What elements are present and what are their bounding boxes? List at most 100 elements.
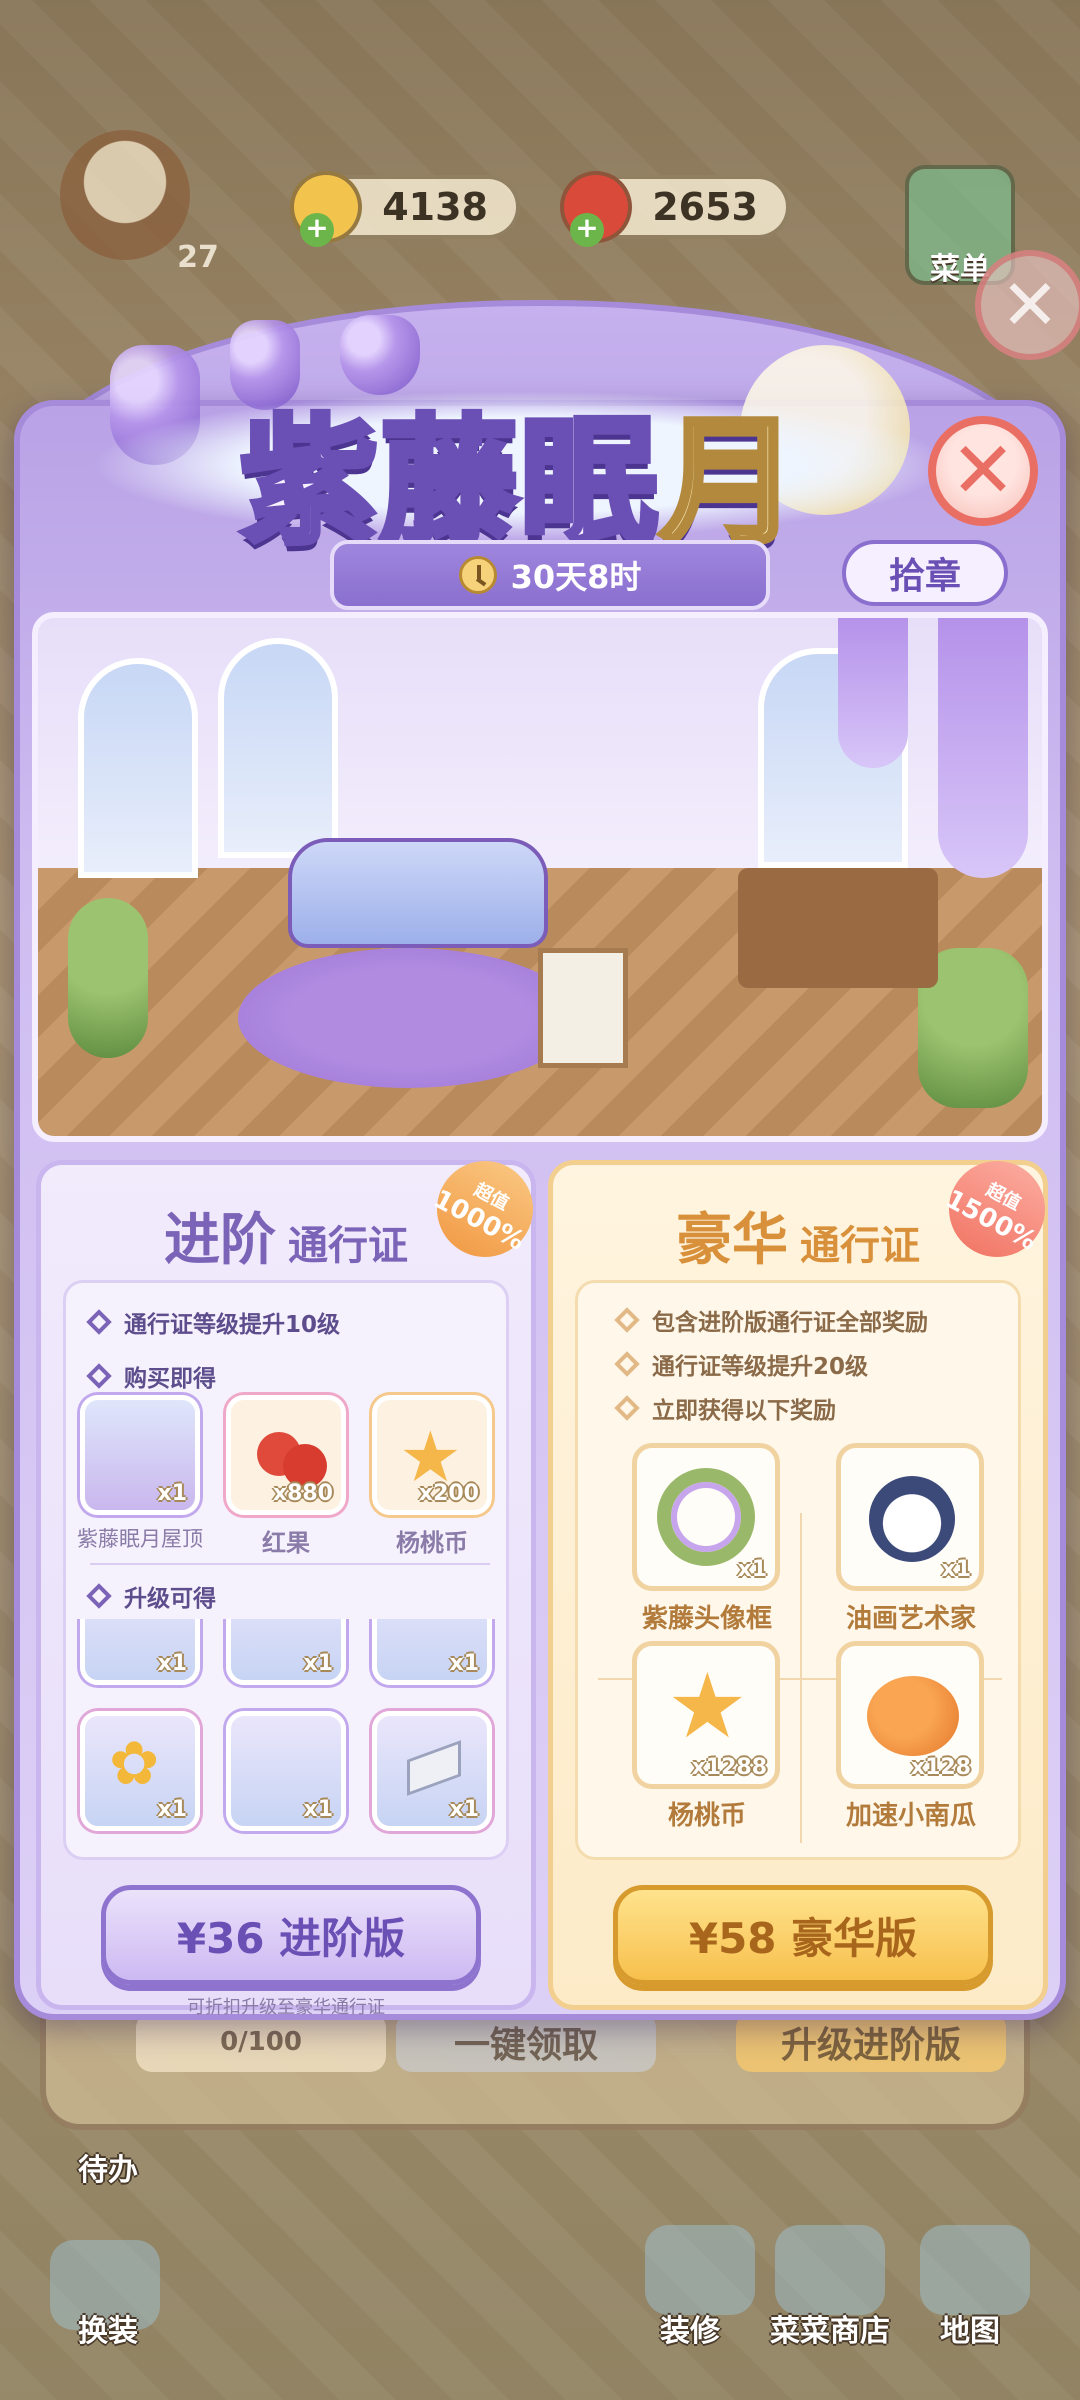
reward-name: 紫藤头像框 [641,1604,772,1634]
bird-shape [869,1476,955,1562]
clock-icon [458,556,497,594]
painter-bird-icon[interactable]: x1 [836,1443,984,1591]
map-icon [920,2225,1030,2315]
room-easel [538,948,628,1068]
nav-outfit[interactable]: 换装 [78,2306,138,2350]
room-bed [288,838,548,948]
add-apple-icon[interactable]: + [570,213,604,247]
roof-icon[interactable]: x1 [80,1395,200,1515]
star-shape: ★ [667,1654,748,1759]
section-upgrade-text: 升级可得 [124,1586,216,1612]
painting-icon[interactable]: x1 [226,1619,346,1685]
room-wisteria [838,618,908,768]
shop-icon [775,2225,885,2315]
item-qty: x1 [303,1797,334,1822]
divider [90,1563,490,1565]
nav-decorate[interactable]: 装修 [660,2306,720,2350]
corner-tile-icon[interactable]: x1 [372,1711,492,1831]
add-coin-icon[interactable]: + [300,213,334,247]
starfruit-coin-icon[interactable]: ★ x200 [372,1395,492,1515]
item-name: 杨桃币 [396,1529,468,1557]
diamond-icon [614,1351,640,1377]
section-upgrade: 升级可得 [86,1579,216,1613]
bullet-text: 通行证等级提升20级 [652,1354,869,1380]
coin-value: 4138 [382,185,488,229]
item-qty: x1 [737,1557,768,1582]
upgrade-note: 可折扣升级至豪华通行证 [187,1997,385,2018]
frame-shape [657,1468,755,1566]
bullet-item: 立即获得以下奖励 [614,1391,836,1425]
sunflower-vase-icon[interactable]: ✿ x1 [80,1711,200,1831]
item-qty: x880 [272,1481,333,1506]
starfruit-coin-icon[interactable]: ★ x1288 [632,1641,780,1789]
nav-shop[interactable]: 菜菜商店 [770,2306,890,2350]
event-timer: 30天8时 [330,540,770,610]
background-close-icon: ✕ [975,250,1080,360]
item-qty: x1 [449,1797,480,1822]
diamond-icon [614,1307,640,1333]
room-preview [32,612,1048,1142]
upgrade-scroll-row1[interactable]: x1 x1 x1 [66,1619,506,1689]
room-window [78,658,198,878]
bullet-item: 通行证等级提升20级 [614,1347,869,1381]
advanced-pass-rewards: 通行证等级提升10级 购买即得 x1 紫藤眠月屋顶 x880 红果 ★ x200… [63,1280,509,1860]
bullet-item: 包含进阶版通行证全部奖励 [614,1303,928,1337]
item-name: 紫藤眠月屋顶 [77,1527,203,1551]
reward-name: 杨桃币 [667,1801,746,1831]
event-title-moon: 月 [657,397,801,566]
nav-map[interactable]: 地图 [940,2306,1000,2350]
tile-shape [407,1740,461,1796]
section-buy-text: 购买即得 [124,1366,216,1392]
event-title: 紫藤眠月 [90,330,950,566]
diamond-icon [86,1363,112,1389]
player-level: 27 [177,240,219,275]
buy-luxury-button[interactable]: ¥58 豪华版 [613,1885,993,1985]
easel-icon[interactable]: x1 [80,1619,200,1685]
event-title-main: 紫藤眠 [237,397,661,566]
table-icon[interactable]: x1 [372,1619,492,1685]
bullet-text: 包含进阶版通行证全部奖励 [652,1310,928,1336]
coin-counter[interactable]: + 4138 [290,171,520,247]
timer-text: 30天8时 [510,558,642,596]
item-name: 红果 [262,1529,310,1557]
luxury-title-small: 通行证 [800,1223,920,1269]
nav-todo[interactable]: 待办 [78,2145,138,2189]
art-supplies-icon[interactable]: x1 [226,1711,346,1831]
section-buy: 购买即得 [86,1359,216,1393]
room-rug [238,948,578,1088]
red-fruit-icon[interactable]: x880 [226,1395,346,1515]
item-qty: x1 [303,1651,334,1676]
top-resource-bar: 27 + 4138 + 2653 菜单 [0,0,1080,300]
diamond-icon [86,1309,112,1335]
pumpkin-shape [867,1676,959,1756]
wisteria-frame-icon[interactable]: x1 [632,1443,780,1591]
item-qty: x1288 [691,1755,767,1780]
buy-advanced-button[interactable]: ¥36 进阶版 [101,1885,481,1985]
diamond-icon [86,1583,112,1609]
item-qty: x200 [418,1481,479,1506]
bullet-level-text: 通行证等级提升10级 [124,1312,341,1338]
advanced-title-big: 进阶 [164,1208,276,1273]
item-qty: x1 [941,1557,972,1582]
bottom-nav: 待办 换装 装修 菜菜商店 地图 [0,2020,1080,2400]
item-qty: x1 [157,1481,188,1506]
room-window [218,638,338,858]
luxury-title-big: 豪华 [676,1208,788,1273]
item-qty: x1 [157,1797,188,1822]
apple-counter[interactable]: + 2653 [560,171,790,247]
badge-button[interactable]: 拾章 [842,540,1008,606]
item-qty: x128 [910,1755,971,1780]
room-plant [68,898,148,1058]
room-wisteria [938,618,1028,878]
item-qty: x1 [449,1651,480,1676]
item-qty: x1 [157,1651,188,1676]
buy-luxury-label: ¥58 豪华版 [688,1913,918,1963]
reward-name: 加速小南瓜 [845,1801,976,1831]
room-desk [738,868,938,988]
buy-advanced-label: ¥36 进阶版 [176,1913,406,1963]
apple-value: 2653 [652,185,758,229]
bullet-text: 立即获得以下奖励 [652,1398,836,1424]
pumpkin-icon[interactable]: x128 [836,1641,984,1789]
close-icon[interactable]: ✕ [928,416,1038,526]
reward-name: 油画艺术家 [845,1604,976,1634]
